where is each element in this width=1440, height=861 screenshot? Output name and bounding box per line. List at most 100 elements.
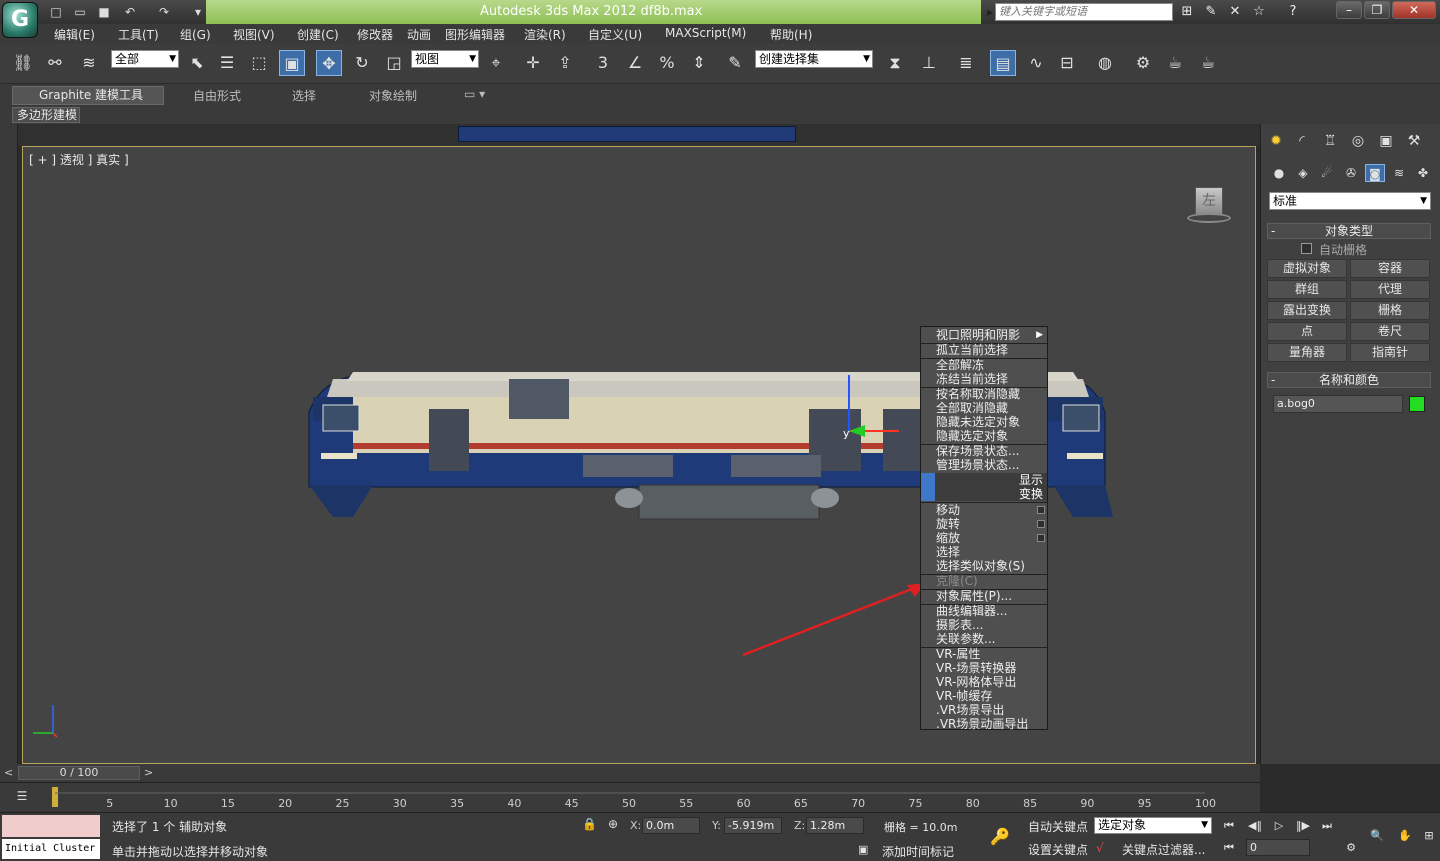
layer-manager-icon[interactable]: ≣ (953, 50, 979, 76)
help-icon[interactable]: ? (1284, 3, 1302, 21)
menu-create[interactable]: 创建(C) (297, 26, 339, 43)
menu-item-save-scene-state[interactable]: 保存场景状态... (921, 444, 1047, 458)
ribbon-tab-freeform[interactable]: 自由形式 (193, 87, 241, 104)
favorites-star-icon[interactable]: ☆ (1250, 3, 1268, 21)
time-slider-prev-icon[interactable]: < (4, 766, 13, 779)
close-button[interactable]: ✕ (1392, 1, 1436, 19)
auto-key-button[interactable]: 自动关键点 (1028, 818, 1088, 835)
time-slider-next-icon[interactable]: > (144, 766, 153, 779)
time-tag-icon[interactable]: ▣ (858, 843, 868, 856)
menu-edit[interactable]: 编辑(E) (54, 26, 95, 43)
key-filters-button[interactable]: 关键点过滤器... (1122, 841, 1205, 858)
menu-item-rotate[interactable]: 旋转 (921, 517, 1047, 531)
track-bar[interactable]: ☰ 5 10 15 20 25 30 35 40 45 50 55 60 65 70 75 80 85 90 95 1… (0, 782, 1260, 812)
time-configuration-icon[interactable]: ⚙ (1340, 839, 1362, 857)
current-frame-field[interactable]: 0 (1246, 839, 1310, 856)
schematic-view-icon[interactable]: ⊟ (1054, 50, 1080, 76)
space-warps-icon[interactable]: ≋ (1389, 164, 1409, 182)
mirror-icon[interactable]: ⧗ (882, 50, 908, 76)
menu-item-hide-selection[interactable]: 隐藏选定对象 (921, 429, 1047, 443)
bind-to-space-warp-icon[interactable]: ≋ (76, 50, 102, 76)
menu-item-clone[interactable]: 克隆(C) (921, 574, 1047, 588)
display-tab-icon[interactable]: ▣ (1375, 130, 1397, 152)
object-type-rollout[interactable]: - 对象类型 (1267, 223, 1431, 239)
menu-graph-editors[interactable]: 图形编辑器 (445, 26, 505, 43)
menu-item-vr-properties[interactable]: VR-属性 (921, 647, 1047, 661)
menu-maxscript[interactable]: MAXScript(M) (665, 26, 746, 40)
menu-item-isolate-selection[interactable]: 孤立当前选择 (921, 343, 1047, 357)
menu-group[interactable]: 组(G) (180, 26, 211, 43)
ribbon-tab-graphite[interactable]: Graphite 建模工具 (12, 86, 164, 105)
unlink-icon[interactable]: ⚯ (42, 50, 68, 76)
crowd-button[interactable]: 群组 (1267, 280, 1347, 299)
quick-access-dropdown-icon[interactable]: ▾ (190, 4, 206, 20)
menu-item-hide-unselected[interactable]: 隐藏未选定对象 (921, 415, 1047, 429)
menu-customize[interactable]: 自定义(U) (588, 26, 642, 43)
menu-rendering[interactable]: 渲染(R) (524, 26, 566, 43)
menu-item-dope-sheet[interactable]: 摄影表... (921, 618, 1047, 632)
percent-snap-icon[interactable]: % (654, 50, 680, 76)
lights-icon[interactable]: ☄ (1317, 164, 1337, 182)
menu-item-manage-scene-states[interactable]: 管理场景状态... (921, 458, 1047, 472)
ribbon-tab-selection[interactable]: 选择 (292, 87, 316, 104)
settings-box-icon[interactable] (1037, 506, 1045, 514)
menu-item-vr-mesh-export[interactable]: VR-网格体导出 (921, 675, 1047, 689)
undo-icon[interactable]: ↶ (122, 4, 138, 20)
shapes-icon[interactable]: ◈ (1293, 164, 1313, 182)
settings-box-icon[interactable] (1037, 534, 1045, 542)
absolute-mode-icon[interactable]: ⊕ (608, 817, 618, 831)
menu-help[interactable]: 帮助(H) (770, 26, 812, 43)
point-button[interactable]: 点 (1267, 322, 1347, 341)
render-production-icon[interactable]: ☕ (1195, 50, 1221, 76)
expose-tm-button[interactable]: 露出变换 (1267, 301, 1347, 320)
open-file-icon[interactable]: ▭ (72, 4, 88, 20)
create-tab-icon[interactable]: ✹ (1265, 130, 1287, 152)
curve-editor-icon[interactable]: ∿ (1023, 50, 1049, 76)
perspective-viewport[interactable]: [ + ] 透视 ] 真实 ] 左 y (22, 146, 1256, 764)
angle-snap-icon[interactable]: ∠ (622, 50, 648, 76)
ribbon-options-icon[interactable]: ▭ ▾ (464, 87, 485, 101)
maximize-viewport-icon[interactable]: ⊞ (1418, 827, 1440, 845)
reference-coordinate-dropdown[interactable]: 视图 ▼ (411, 50, 479, 68)
select-and-rotate-icon[interactable]: ↻ (349, 50, 375, 76)
align-icon[interactable]: ⊥ (916, 50, 942, 76)
z-coordinate-field[interactable]: 1.28m (806, 817, 864, 834)
add-time-tag-button[interactable]: 添加时间标记 (882, 843, 954, 860)
maxscript-listener-output[interactable] (2, 815, 100, 837)
object-color-swatch[interactable] (1409, 396, 1425, 412)
menu-item-select[interactable]: 选择 (921, 545, 1047, 559)
tape-button[interactable]: 卷尺 (1350, 322, 1430, 341)
key-mode-dropdown[interactable]: 选定对象 ▼ (1094, 817, 1212, 834)
set-key-button[interactable]: 设置关键点 (1028, 841, 1088, 858)
menu-item-select-similar[interactable]: 选择类似对象(S) (921, 559, 1047, 573)
menu-item-unhide-by-name[interactable]: 按名称取消隐藏 (921, 387, 1047, 401)
viewcube[interactable]: 左 (1187, 187, 1231, 227)
app-logo-icon[interactable]: G (2, 2, 38, 38)
named-selection-dropdown[interactable]: 创建选择集 ▼ (755, 50, 873, 68)
binoculars-icon[interactable]: ⊞ (1178, 3, 1196, 21)
container-button[interactable]: 容器 (1350, 259, 1430, 278)
select-object-icon[interactable]: ⬉ (184, 50, 210, 76)
menu-item-vr-scene-converter[interactable]: VR-场景转换器 (921, 661, 1047, 675)
protractor-button[interactable]: 量角器 (1267, 343, 1347, 362)
new-file-icon[interactable]: □ (48, 4, 64, 20)
menu-item-vr-animation-export[interactable]: .VR场景动画导出 (921, 717, 1047, 731)
hierarchy-tab-icon[interactable]: ♖ (1319, 130, 1341, 152)
window-crossing-icon[interactable]: ▣ (279, 50, 305, 76)
redo-icon[interactable]: ↷ (156, 4, 172, 20)
search-input[interactable]: 键入关键字或短语 (995, 3, 1173, 21)
rendered-frame-window-icon[interactable]: ☕ (1162, 50, 1188, 76)
name-and-color-rollout[interactable]: - 名称和颜色 (1267, 372, 1431, 388)
rectangular-selection-icon[interactable]: ⬚ (246, 50, 272, 76)
subscription-icon[interactable]: ✎ (1202, 3, 1220, 21)
motion-tab-icon[interactable]: ◎ (1347, 130, 1369, 152)
communication-icon[interactable]: ✕ (1226, 3, 1244, 21)
select-and-scale-icon[interactable]: ◲ (381, 50, 407, 76)
minimize-button[interactable]: – (1336, 1, 1362, 19)
menu-animation[interactable]: 动画 (407, 26, 431, 43)
select-by-name-icon[interactable]: ☰ (214, 50, 240, 76)
zoom-icon[interactable]: 🔍 (1366, 827, 1388, 845)
next-frame-icon[interactable]: ‖▶ (1292, 817, 1314, 835)
proxy-button[interactable]: 代理 (1350, 280, 1430, 299)
menu-views[interactable]: 视图(V) (233, 26, 275, 43)
